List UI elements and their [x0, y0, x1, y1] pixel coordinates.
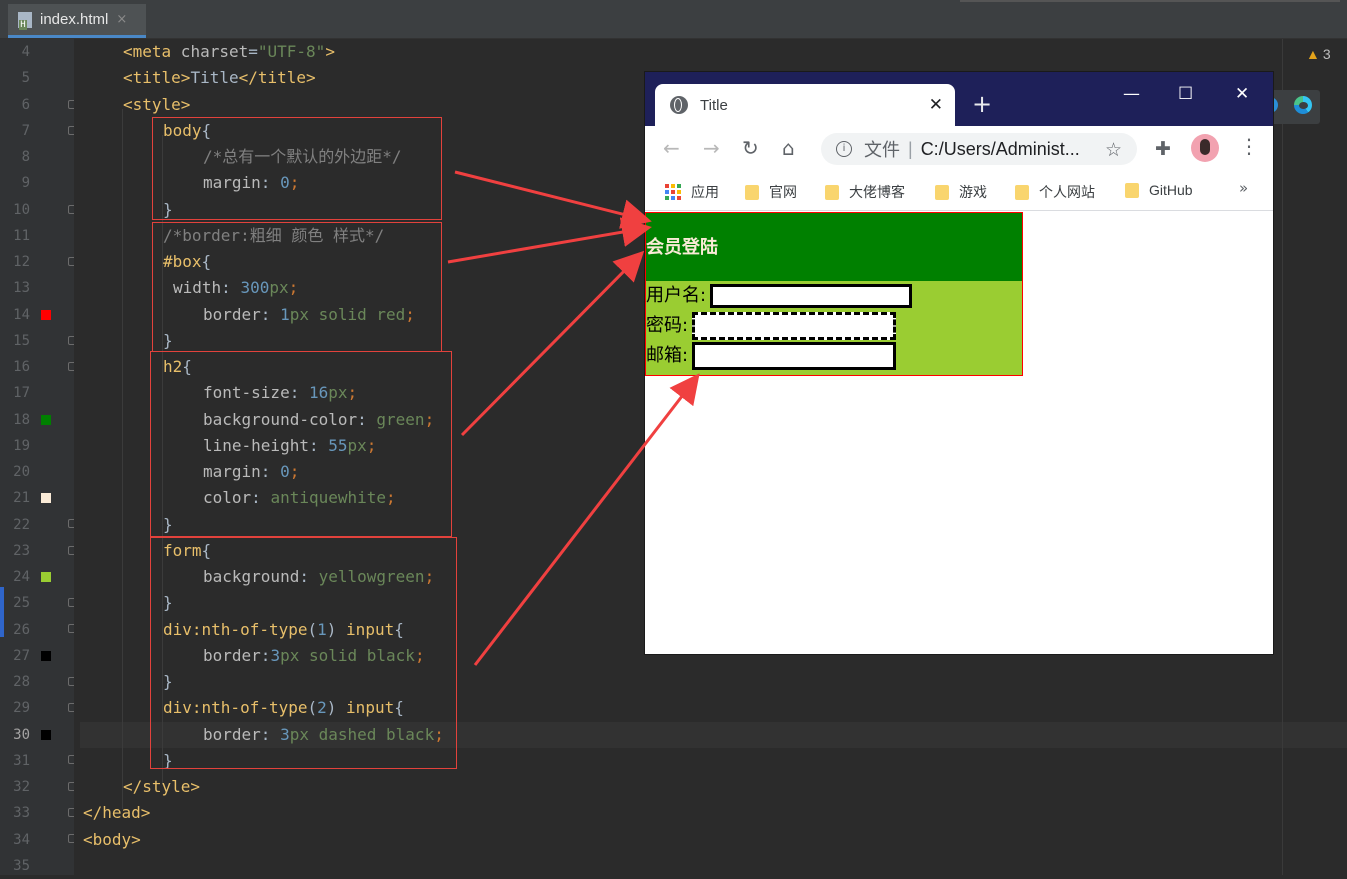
arrow-form	[473, 373, 700, 666]
arrow-h2	[460, 250, 645, 437]
annotation-arrows	[447, 170, 700, 666]
arrow-box	[447, 217, 652, 264]
arrow-body	[454, 170, 652, 229]
